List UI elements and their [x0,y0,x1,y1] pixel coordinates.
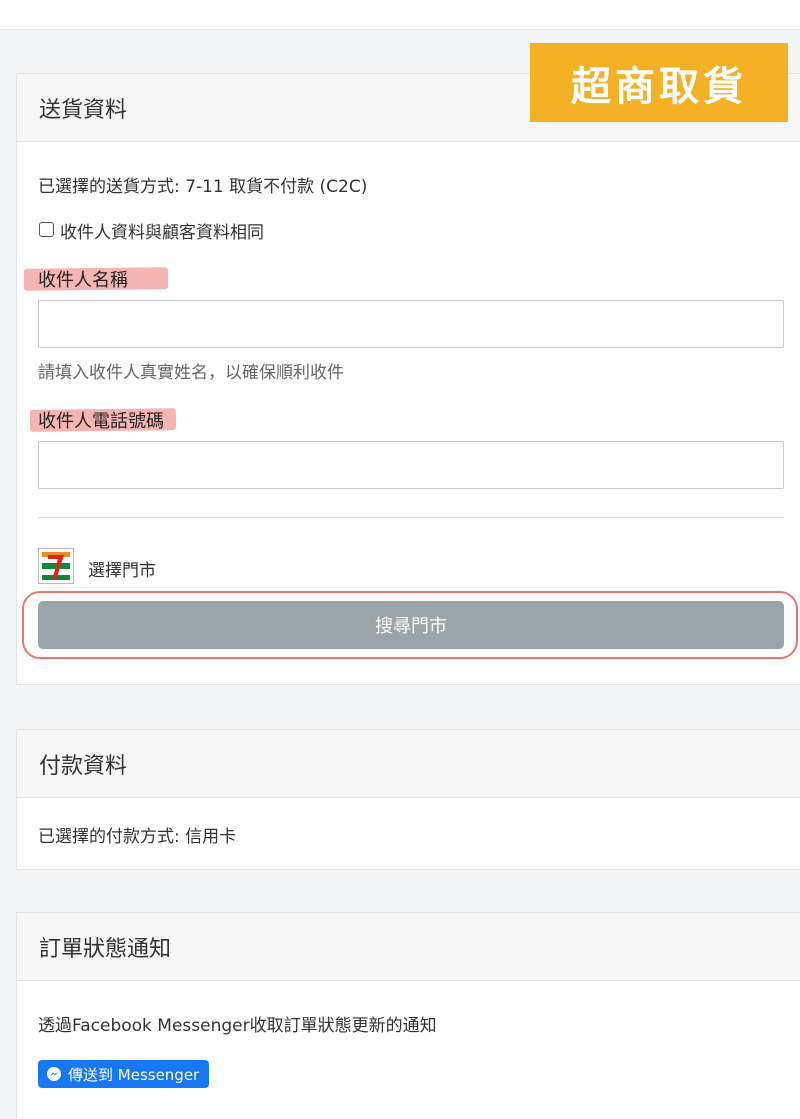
same-as-customer-checkbox[interactable] [39,222,54,237]
send-to-messenger-button[interactable]: 傳送到 Messenger [38,1060,210,1088]
messenger-icon [46,1066,62,1082]
recipient-name-help: 請填入收件人真實姓名，以確保順利收件 [38,363,344,383]
selected-shipping-method: 已選擇的送貨方式: 7-11 取貨不付款 (C2C) [38,177,368,197]
selected-payment-method: 已選擇的付款方式: 信用卡 [38,827,237,847]
seven-eleven-logo-icon [38,548,74,584]
send-to-messenger-label: 傳送到 Messenger [68,1065,200,1084]
pickup-banner: 超商取貨 [530,43,788,122]
same-as-customer-label: 收件人資料與顧客資料相同 [60,223,264,243]
divider [38,517,784,518]
recipient-name-label: 收件人名稱 [38,270,128,291]
messenger-description: 透過Facebook Messenger收取訂單狀態更新的通知 [38,1016,437,1036]
search-store-button[interactable]: 搜尋門市 [38,601,784,649]
recipient-phone-label: 收件人電話號碼 [38,411,164,432]
recipient-phone-input[interactable] [38,441,784,489]
recipient-name-input[interactable] [38,300,784,348]
notification-panel-title: 訂單狀態通知 [17,913,800,981]
payment-panel-title: 付款資料 [17,730,800,798]
top-strip [0,0,800,30]
payment-panel: 付款資料 [16,729,800,870]
choose-store-label: 選擇門市 [88,561,156,581]
